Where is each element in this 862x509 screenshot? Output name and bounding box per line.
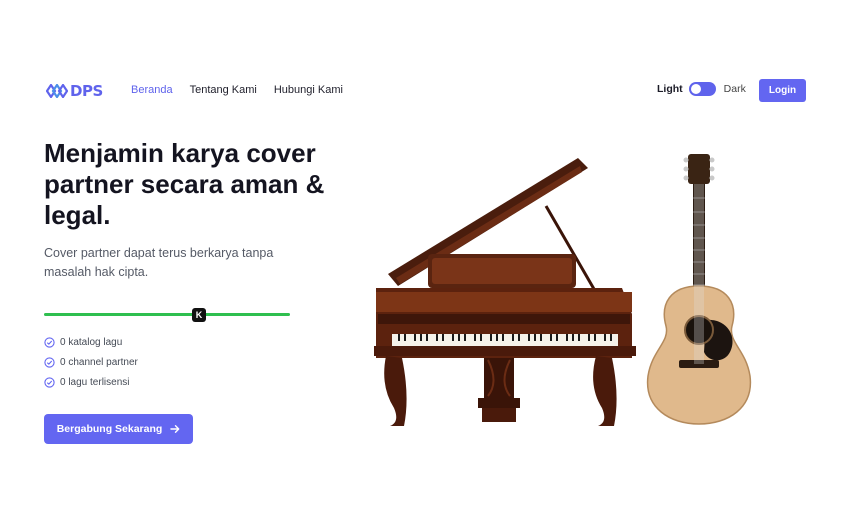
- stat-label: 0 channel partner: [60, 356, 138, 368]
- slider-track: [44, 313, 290, 316]
- hero-title: Menjamin karya cover partner secara aman…: [44, 138, 325, 230]
- slider-handle[interactable]: K: [192, 308, 206, 322]
- stats-list: 0 katalog lagu 0 channel partner 0 lagu …: [44, 332, 138, 392]
- nav-link-hubungi-kami[interactable]: Hubungi Kami: [274, 84, 343, 96]
- theme-switch[interactable]: [688, 82, 716, 96]
- logo-text: DPS: [70, 82, 103, 100]
- stat-lagu: 0 lagu terlisensi: [44, 372, 138, 392]
- logo-mark-icon: [46, 84, 68, 98]
- hero-slider[interactable]: K: [44, 306, 290, 324]
- stat-label: 0 lagu terlisensi: [60, 376, 130, 388]
- check-circle-icon: [44, 336, 55, 348]
- stat-katalog: 0 katalog lagu: [44, 332, 138, 352]
- piano-and-guitar-image: [374, 154, 752, 426]
- theme-light-label: Light: [657, 83, 683, 95]
- theme-switch-knob: [690, 84, 701, 94]
- join-now-label: Bergabung Sekarang: [56, 423, 163, 435]
- stat-label: 0 katalog lagu: [60, 336, 123, 348]
- arrow-right-icon: [170, 425, 180, 433]
- hero-subtitle: Cover partner dapat terus berkarya tanpa…: [44, 246, 274, 279]
- theme-toggle: Light Dark: [657, 82, 746, 96]
- check-circle-icon: [44, 356, 55, 368]
- check-circle-icon: [44, 376, 55, 388]
- theme-dark-label: Dark: [723, 83, 746, 95]
- stat-channel: 0 channel partner: [44, 352, 138, 372]
- main-nav: Beranda Tentang Kami Hubungi Kami: [131, 84, 343, 96]
- brand-logo[interactable]: DPS: [46, 81, 103, 101]
- login-button[interactable]: Login: [759, 79, 806, 102]
- nav-link-tentang-kami[interactable]: Tentang Kami: [190, 84, 257, 96]
- nav-link-beranda[interactable]: Beranda: [131, 84, 173, 96]
- navbar: DPS Beranda Tentang Kami Hubungi Kami Li…: [0, 78, 862, 104]
- join-now-button[interactable]: Bergabung Sekarang: [44, 414, 193, 444]
